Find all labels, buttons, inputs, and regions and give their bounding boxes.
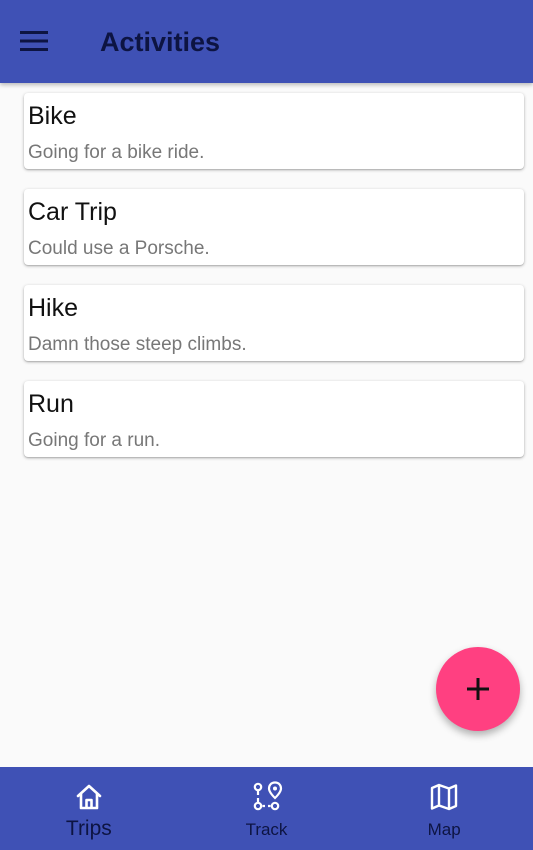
home-icon (73, 781, 105, 813)
nav-item-map[interactable]: Map (355, 767, 533, 850)
nav-label-map: Map (427, 820, 461, 839)
activity-title: Bike (28, 102, 77, 130)
activity-card-hike[interactable]: Hike Damn those steep climbs. (24, 285, 524, 361)
menu-icon (20, 31, 48, 51)
route-icon (251, 781, 283, 813)
app-bar: Activities (0, 0, 533, 83)
page-title: Activities (100, 27, 221, 57)
add-activity-button[interactable] (436, 647, 520, 731)
nav-item-trips[interactable]: Trips (0, 767, 178, 850)
activity-list: Bike Going for a bike ride. Car Trip Cou… (24, 93, 524, 477)
add-icon (467, 678, 489, 700)
nav-item-track[interactable]: Track (178, 767, 356, 850)
activity-description: Damn those steep climbs. (28, 334, 247, 355)
activity-description: Going for a bike ride. (28, 142, 205, 163)
map-icon (428, 781, 460, 813)
activity-title: Car Trip (28, 198, 117, 226)
activity-title: Hike (28, 294, 79, 322)
activity-card-bike[interactable]: Bike Going for a bike ride. (24, 93, 524, 169)
activity-title: Run (28, 390, 74, 418)
bottom-navigation: Trips Track Map (0, 767, 533, 850)
nav-label-trips: Trips (65, 817, 112, 840)
activity-description: Could use a Porsche. (28, 238, 210, 259)
activity-description: Going for a run. (28, 430, 161, 451)
activity-card-run[interactable]: Run Going for a run. (24, 381, 524, 457)
menu-button[interactable] (14, 24, 54, 58)
nav-label-track: Track (245, 820, 288, 839)
activity-card-car-trip[interactable]: Car Trip Could use a Porsche. (24, 189, 524, 265)
